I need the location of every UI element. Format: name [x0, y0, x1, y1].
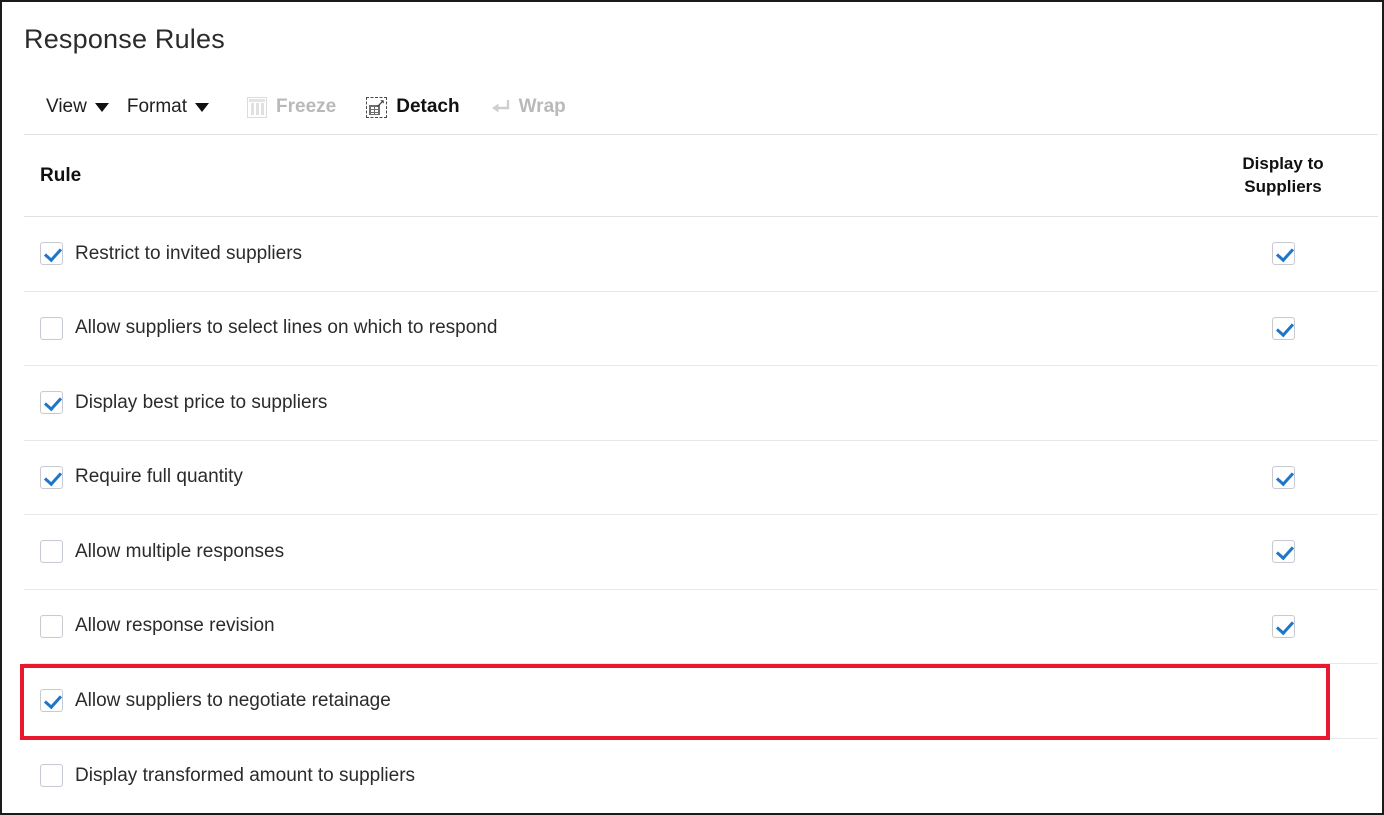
- column-header-display-to-suppliers: Display to Suppliers: [1188, 135, 1378, 199]
- cell-rule: Allow suppliers to select lines on which…: [24, 316, 1188, 340]
- column-header-line-2: Suppliers: [1244, 177, 1322, 197]
- response-rules-panel: Response Rules View Format Freeze Detach…: [0, 0, 1384, 815]
- display-to-suppliers-checkbox[interactable]: [1271, 465, 1295, 489]
- table-row: Allow response revision: [24, 590, 1378, 664]
- table-row: Allow suppliers to select lines on which…: [24, 292, 1378, 366]
- cell-rule: Restrict to invited suppliers: [24, 242, 1188, 266]
- rule-checkbox[interactable]: [40, 689, 63, 713]
- page-title: Response Rules: [24, 24, 225, 54]
- table-header-row: Rule Display to Suppliers: [24, 135, 1378, 217]
- display-to-suppliers-checkbox[interactable]: [1271, 242, 1295, 266]
- column-header-line-1: Display to: [1242, 154, 1324, 173]
- table-toolbar: View Format Freeze Detach Wrap: [46, 90, 576, 124]
- cell-rule: Require full quantity: [24, 465, 1188, 489]
- wrap-button[interactable]: Wrap: [490, 96, 576, 118]
- format-menu[interactable]: Format: [127, 96, 227, 118]
- table-row: Allow suppliers to negotiate retainage: [24, 664, 1378, 739]
- column-header-rule: Rule: [40, 165, 82, 186]
- table-row: Require full quantity: [24, 441, 1378, 515]
- cell-rule: Allow multiple responses: [24, 540, 1188, 564]
- rule-checkbox[interactable]: [40, 391, 63, 415]
- rule-label: Allow suppliers to select lines on which…: [75, 317, 498, 339]
- freeze-icon: [247, 96, 268, 118]
- table-row: Display best price to suppliers: [24, 366, 1378, 441]
- rule-label: Display transformed amount to suppliers: [75, 764, 416, 786]
- wrap-button-label: Wrap: [518, 96, 566, 117]
- table-row: Restrict to invited suppliers: [24, 217, 1378, 292]
- rule-label: Allow response revision: [75, 615, 275, 637]
- detach-button-label: Detach: [396, 96, 460, 117]
- response-rules-table: Rule Display to Suppliers Restrict to in…: [24, 134, 1378, 813]
- detach-arrow-icon: [377, 99, 384, 107]
- rule-checkbox[interactable]: [40, 242, 63, 266]
- cell-display-to-suppliers: [1188, 316, 1378, 340]
- rule-checkbox[interactable]: [40, 614, 63, 638]
- rule-label: Display best price to suppliers: [75, 391, 328, 413]
- rule-checkbox[interactable]: [40, 316, 63, 340]
- display-to-suppliers-checkbox[interactable]: [1271, 540, 1295, 564]
- cell-rule: Allow response revision: [24, 614, 1188, 638]
- rule-label: Require full quantity: [75, 466, 243, 488]
- cell-rule: Display best price to suppliers: [24, 391, 1188, 415]
- freeze-button-label: Freeze: [276, 96, 337, 117]
- table-row: Allow multiple responses: [24, 515, 1378, 590]
- table-body: Restrict to invited suppliers Allow suppl…: [24, 217, 1378, 813]
- wrap-icon: [490, 97, 510, 117]
- display-to-suppliers-checkbox[interactable]: [1271, 614, 1295, 638]
- chevron-down-icon: [94, 102, 109, 112]
- display-to-suppliers-checkbox[interactable]: [1271, 316, 1295, 340]
- detach-button[interactable]: Detach: [366, 96, 469, 118]
- cell-display-to-suppliers: [1188, 540, 1378, 564]
- cell-rule: Allow suppliers to negotiate retainage: [24, 689, 1188, 713]
- rule-label: Restrict to invited suppliers: [75, 242, 303, 264]
- chevron-down-icon: [195, 102, 210, 112]
- table-row: Display transformed amount to suppliers: [24, 739, 1378, 814]
- rule-checkbox[interactable]: [40, 465, 63, 489]
- cell-display-to-suppliers: [1188, 465, 1378, 489]
- cell-display-to-suppliers: [1188, 242, 1378, 266]
- view-menu-label: View: [46, 96, 87, 117]
- view-menu[interactable]: View: [46, 96, 127, 118]
- rule-label: Allow multiple responses: [75, 540, 285, 562]
- freeze-button[interactable]: Freeze: [247, 96, 346, 118]
- detach-icon: [366, 96, 388, 118]
- cell-rule: Display transformed amount to suppliers: [24, 764, 1188, 788]
- rule-checkbox[interactable]: [40, 764, 63, 788]
- rule-checkbox[interactable]: [40, 540, 63, 564]
- format-menu-label: Format: [126, 96, 188, 117]
- rule-label: Allow suppliers to negotiate retainage: [75, 689, 391, 711]
- cell-display-to-suppliers: [1188, 614, 1378, 638]
